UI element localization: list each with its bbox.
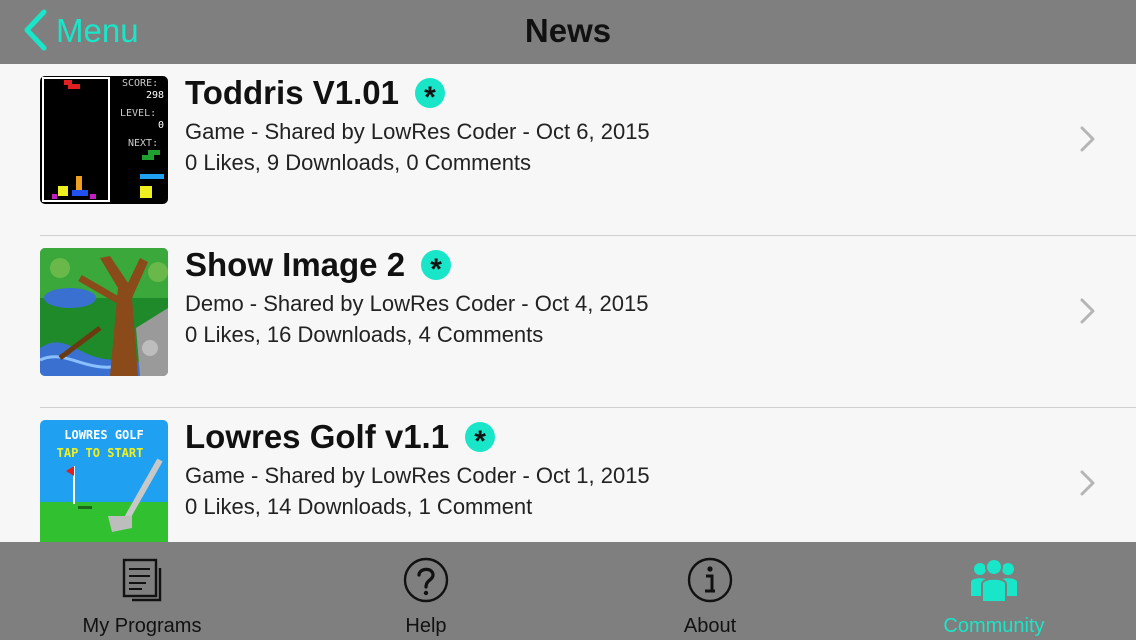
document-icon	[122, 558, 162, 602]
next-label: NEXT:	[128, 138, 158, 149]
program-subtitle: Demo - Shared by LowRes Coder - Oct 4, 2…	[185, 291, 649, 316]
tab-label: Community	[943, 615, 1045, 637]
page-title: News	[524, 12, 612, 49]
tab-about[interactable]: About	[568, 542, 852, 640]
program-thumbnail: SCORE: 298 LEVEL: 0 NEXT:	[40, 76, 168, 204]
level-value: 0	[158, 120, 164, 131]
golf-start-text: TAP TO START	[57, 446, 144, 460]
program-stats: 0 Likes, 9 Downloads, 0 Comments	[185, 150, 532, 175]
news-list[interactable]: SCORE: 298 LEVEL: 0 NEXT: Toddris V1.01 …	[0, 64, 1136, 542]
score-label: SCORE:	[122, 78, 158, 89]
new-badge-icon: *	[414, 78, 445, 113]
program-subtitle: Game - Shared by LowRes Coder - Oct 1, 2…	[185, 463, 650, 488]
program-thumbnail	[40, 248, 168, 376]
chevron-right-icon	[1080, 470, 1095, 496]
tab-help[interactable]: Help	[284, 542, 568, 640]
tab-community[interactable]: Community	[852, 542, 1136, 640]
program-title: Show Image 2	[185, 246, 406, 283]
new-badge-icon: *	[421, 250, 452, 285]
level-label: LEVEL:	[120, 108, 156, 119]
new-badge-icon: *	[465, 422, 496, 457]
chevron-right-icon	[1080, 298, 1095, 324]
question-icon	[403, 557, 449, 603]
program-title: Toddris V1.01	[185, 74, 399, 111]
navigation-bar: Menu News	[0, 0, 1136, 64]
list-item[interactable]: SCORE: 298 LEVEL: 0 NEXT: Toddris V1.01 …	[0, 64, 1136, 236]
people-icon	[971, 558, 1017, 603]
golf-title-text: LOWRES GOLF	[64, 428, 143, 442]
list-item[interactable]: LOWRES GOLF TAP TO START Lowres Golf v1.…	[0, 408, 1136, 542]
program-stats: 0 Likes, 14 Downloads, 1 Comment	[185, 494, 533, 519]
tab-label: My Programs	[82, 615, 202, 637]
program-subtitle: Game - Shared by LowRes Coder - Oct 6, 2…	[185, 119, 650, 144]
program-title: Lowres Golf v1.1	[185, 418, 450, 455]
info-icon	[687, 557, 733, 603]
tab-label: About	[683, 615, 737, 637]
tab-my-programs[interactable]: My Programs	[0, 542, 284, 640]
program-stats: 0 Likes, 16 Downloads, 4 Comments	[185, 322, 544, 347]
score-value: 298	[146, 90, 164, 101]
list-item[interactable]: Show Image 2 * Demo - Shared by LowRes C…	[0, 236, 1136, 408]
program-thumbnail: LOWRES GOLF TAP TO START	[40, 420, 168, 542]
tab-bar: My Programs Help About Community	[0, 542, 1136, 640]
chevron-right-icon	[1080, 126, 1095, 152]
tab-label: Help	[405, 615, 447, 637]
